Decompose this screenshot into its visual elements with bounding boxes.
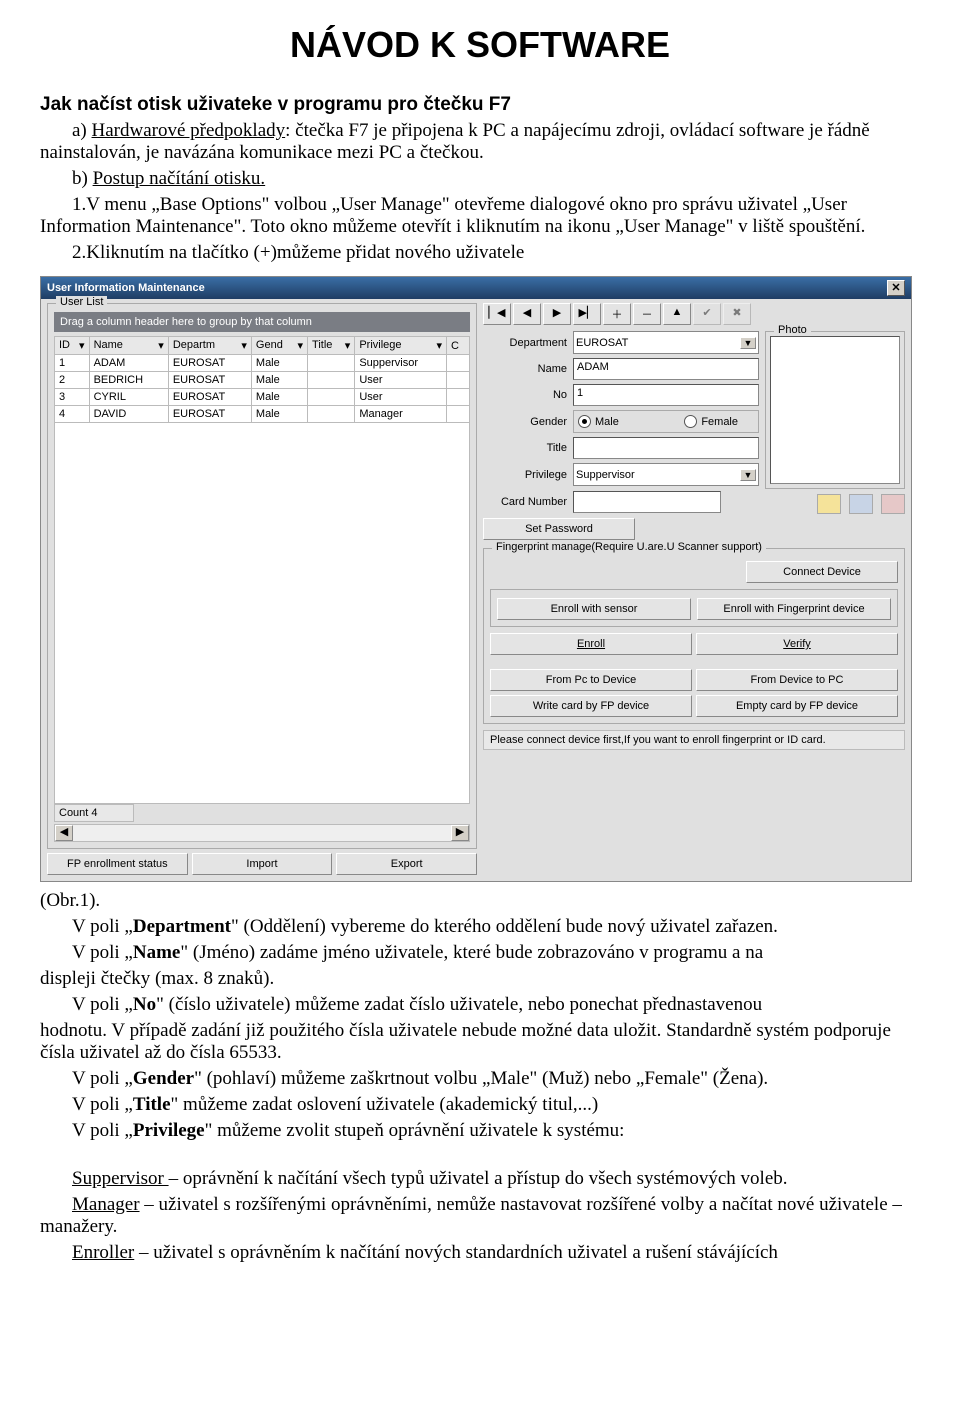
card-number-label: Card Number [483,496,573,508]
status-text: Please connect device first,If you want … [483,730,905,750]
privilege-label: Privilege [483,469,573,481]
para-name: V poli „Name" (Jméno) zadáme jméno uživa… [40,942,920,964]
col-id: ID ▾ [55,337,90,355]
group-by-hint[interactable]: Drag a column header here to group by th… [54,312,470,332]
para-enr: Enroller – uživatel s oprávněním k načít… [40,1242,920,1264]
fp-enrollment-status-button[interactable]: FP enrollment status [47,853,188,875]
enroll-button[interactable]: Enroll [490,633,692,655]
window-titlebar[interactable]: User Information Maintenance ✕ [41,277,911,299]
col-priv: Privilege ▾ [355,337,447,355]
para-1: 1.V menu „Base Options" volbou „User Man… [40,194,920,238]
row-count: Count 4 [54,804,134,822]
from-device-to-pc-button[interactable]: From Device to PC [696,669,898,691]
para-a: a) Hardwarové předpoklady: čtečka F7 je … [40,120,920,164]
remove-button[interactable]: － [633,303,661,325]
para-no: V poli „No" (číslo uživatele) můžeme zad… [40,994,920,1016]
gender-label: Gender [483,416,573,428]
para-name2: displeji čtečky (max. 8 znaků). [40,968,920,990]
department-label: Department [483,337,573,349]
no-label: No [483,389,573,401]
connect-device-button[interactable]: Connect Device [746,561,898,583]
nav-last-button[interactable]: ▶▏ [573,303,601,325]
page-title: NÁVOD K SOFTWARE [40,24,920,66]
gender-male-radio[interactable]: Male [578,415,619,428]
heading-2: Jak načíst otisk uživateke v programu pr… [40,94,920,116]
user-table[interactable]: ID ▾ Name ▾ Departm▾ Gend▾ Title ▾ Privi… [54,336,470,423]
user-list-label: User List [56,296,107,308]
name-label: Name [483,363,573,375]
table-empty-area [54,423,470,804]
window-title: User Information Maintenance [47,282,205,294]
gender-female-radio[interactable]: Female [684,415,738,428]
folder-icon[interactable] [817,494,841,514]
col-title: Title ▾ [308,337,355,355]
write-card-button[interactable]: Write card by FP device [490,695,692,717]
title-input[interactable] [573,437,759,459]
para-b: b) Postup načítání otisku. [40,168,920,190]
nav-prev-button[interactable]: ◀ [513,303,541,325]
fingerprint-group-label: Fingerprint manage(Require U.are.U Scann… [492,541,766,553]
col-gend: Gend▾ [251,337,307,355]
export-button[interactable]: Export [336,853,477,875]
col-name: Name ▾ [89,337,168,355]
edit-button[interactable]: ▲ [663,303,691,325]
enroll-with-fp-device-button[interactable]: Enroll with Fingerprint device [697,598,891,620]
from-pc-to-device-button[interactable]: From Pc to Device [490,669,692,691]
para-2: 2.Kliknutím na tlačítko (+)můžeme přidat… [40,242,920,264]
para-gender: V poli „Gender" (pohlaví) můžeme zaškrtn… [40,1068,920,1090]
set-password-button[interactable]: Set Password [483,518,635,540]
no-input[interactable]: 1 [573,384,759,406]
scroll-right-icon: ▶ [451,825,469,841]
para-title: V poli „Title" můžeme zadat oslovení uži… [40,1094,920,1116]
para-priv: V poli „Privilege" můžeme zvolit stupeň … [40,1120,920,1142]
card-number-input[interactable] [573,491,721,513]
photo-area[interactable] [770,336,900,484]
scroll-left-icon: ◀ [55,825,73,841]
table-row: 4DAVIDEUROSATMaleManager [55,406,470,423]
para-dept: V poli „Department" (Oddělení) vybereme … [40,916,920,938]
privilege-select[interactable]: Suppervisor▼ [573,463,759,486]
para-no2: hodnotu. V případě zadání již použitého … [40,1020,920,1064]
para-supp: Suppervisor – oprávnění k načítání všech… [40,1168,920,1190]
user-list-group: User List Drag a column header here to g… [47,303,477,849]
photo-label: Photo [774,324,811,336]
table-row: 3CYRILEUROSATMaleUser [55,389,470,406]
empty-card-button[interactable]: Empty card by FP device [696,695,898,717]
verify-button[interactable]: Verify [696,633,898,655]
fingerprint-group: Fingerprint manage(Require U.are.U Scann… [483,548,905,724]
record-nav-toolbar: ▏◀ ◀ ▶ ▶▏ ＋ － ▲ ✔ ✖ [483,303,905,325]
cancel-button[interactable]: ✖ [723,303,751,325]
table-row: 2BEDRICHEUROSATMaleUser [55,372,470,389]
delete-icon[interactable] [881,494,905,514]
user-info-dialog: User Information Maintenance ✕ User List… [40,276,912,882]
add-button[interactable]: ＋ [603,303,631,325]
import-button[interactable]: Import [192,853,333,875]
table-row: 1ADAMEUROSATMaleSuppervisor [55,355,470,372]
department-select[interactable]: EUROSAT▼ [573,331,759,354]
close-icon[interactable]: ✕ [887,280,905,296]
col-c: C [447,337,470,355]
obr-label: (Obr.1). [40,890,920,912]
nav-first-button[interactable]: ▏◀ [483,303,511,325]
title-label: Title [483,442,573,454]
confirm-button[interactable]: ✔ [693,303,721,325]
camera-icon[interactable] [849,494,873,514]
h-scrollbar[interactable]: ◀ ▶ [54,824,470,842]
col-dept: Departm▾ [168,337,251,355]
photo-group: Photo [765,331,905,489]
name-input[interactable]: ADAM [573,358,759,380]
nav-next-button[interactable]: ▶ [543,303,571,325]
enroll-with-sensor-button[interactable]: Enroll with sensor [497,598,691,620]
para-mgr: Manager – uživatel s rozšířenými oprávně… [40,1194,920,1238]
